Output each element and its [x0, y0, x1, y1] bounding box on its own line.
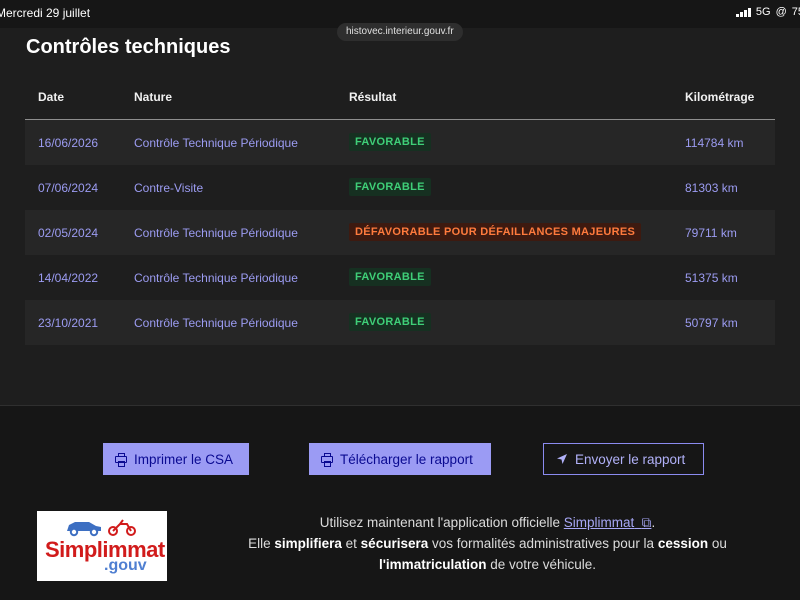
promo-text-part: ou — [708, 536, 727, 551]
row-date: 16/06/2026 — [38, 136, 99, 150]
promo-emphasis: simplifiera — [274, 536, 342, 551]
send-report-label: Envoyer le rapport — [575, 451, 686, 467]
printer-icon — [321, 453, 333, 467]
logo-sub-text: .gouv — [104, 557, 147, 574]
promo-text-part: et — [341, 536, 361, 551]
table-row: 14/04/2022 Contrôle Technique Périodique… — [25, 255, 775, 300]
row-date: 14/04/2022 — [38, 271, 99, 285]
send-report-button[interactable]: Envoyer le rapport — [543, 443, 704, 475]
row-date: 07/06/2024 — [38, 181, 99, 195]
print-csa-label: Imprimer le CSA — [134, 451, 234, 467]
table-row: 23/10/2021 Contrôle Technique Périodique… — [25, 300, 775, 345]
battery-label: 75 — [791, 6, 800, 18]
promo-text: Utilisez maintenant l'application offici… — [210, 512, 765, 575]
row-km: 79711 km — [685, 226, 737, 240]
promo-text-part: de votre véhicule. — [486, 557, 597, 572]
download-report-label: Télécharger le rapport — [340, 451, 473, 467]
simplimmat-link-label: Simplimmat — [563, 515, 635, 530]
promo-line1-suffix: . — [651, 515, 656, 530]
row-date: 02/05/2024 — [38, 226, 99, 240]
print-csa-button[interactable]: Imprimer le CSA — [103, 443, 249, 475]
promo-emphasis: cession — [657, 536, 709, 551]
row-date: 23/10/2021 — [38, 316, 99, 330]
simplimmat-link[interactable]: Simplimmat ⧉ — [564, 515, 652, 530]
table-header: Date Nature Résultat Kilométrage — [25, 80, 775, 120]
status-date: Mercredi 29 juillet — [0, 6, 91, 20]
result-badge: FAVORABLE — [349, 268, 431, 286]
row-km: 114784 km — [685, 136, 744, 150]
table-row: 07/06/2024 Contre-Visite FAVORABLE 81303… — [25, 165, 775, 210]
inspections-table: Date Nature Résultat Kilométrage 16/06/2… — [25, 80, 775, 345]
row-nature: Contrôle Technique Périodique — [134, 316, 298, 330]
result-badge: FAVORABLE — [349, 313, 431, 331]
network-label: 5G — [755, 6, 771, 18]
row-nature: Contrôle Technique Périodique — [134, 271, 298, 285]
result-badge: FAVORABLE — [349, 133, 431, 151]
browser-url-bar[interactable]: histovec.interieur.gouv.fr — [337, 23, 463, 41]
promo-text-part: vos formalités administratives pour la — [428, 536, 658, 551]
car-moto-icon — [67, 519, 136, 537]
signal-icon — [735, 7, 751, 17]
download-report-button[interactable]: Télécharger le rapport — [309, 443, 491, 475]
header-result: Résultat — [349, 90, 397, 104]
section-title: Contrôles techniques — [26, 36, 231, 58]
header-km: Kilométrage — [685, 90, 755, 104]
row-nature: Contre-Visite — [134, 181, 204, 195]
external-link-icon: ⧉ — [641, 515, 652, 530]
row-km: 81303 km — [685, 181, 738, 195]
promo-emphasis: sécurisera — [360, 536, 429, 551]
promo-emphasis: l'immatriculation — [378, 557, 487, 572]
row-km: 51375 km — [685, 271, 738, 285]
header-nature: Nature — [134, 90, 173, 104]
printer-icon — [115, 453, 127, 467]
table-row: 16/06/2026 Contrôle Technique Périodique… — [25, 120, 775, 165]
promo-line1-prefix: Utilisez maintenant l'application offici… — [319, 515, 564, 530]
row-km: 50797 km — [685, 316, 738, 330]
technical-inspections-card: Contrôles techniques Date Nature Résulta… — [0, 28, 800, 406]
header-date: Date — [38, 90, 65, 104]
simplimmat-logo[interactable]: Simplimmat .gouv — [37, 511, 167, 581]
actions-bar: Imprimer le CSA Télécharger le rapport E… — [0, 443, 800, 475]
result-badge: FAVORABLE — [349, 178, 431, 196]
rotation-lock-icon: @ — [775, 6, 787, 18]
status-indicators: 5G @ 75 — [735, 6, 800, 18]
row-nature: Contrôle Technique Périodique — [134, 136, 298, 150]
table-row: 02/05/2024 Contrôle Technique Périodique… — [25, 210, 775, 255]
promo-text-part: Elle — [248, 536, 275, 551]
result-badge: DÉFAVORABLE POUR DÉFAILLANCES MAJEURES — [349, 223, 642, 241]
send-icon — [556, 453, 568, 465]
row-nature: Contrôle Technique Périodique — [134, 226, 298, 240]
